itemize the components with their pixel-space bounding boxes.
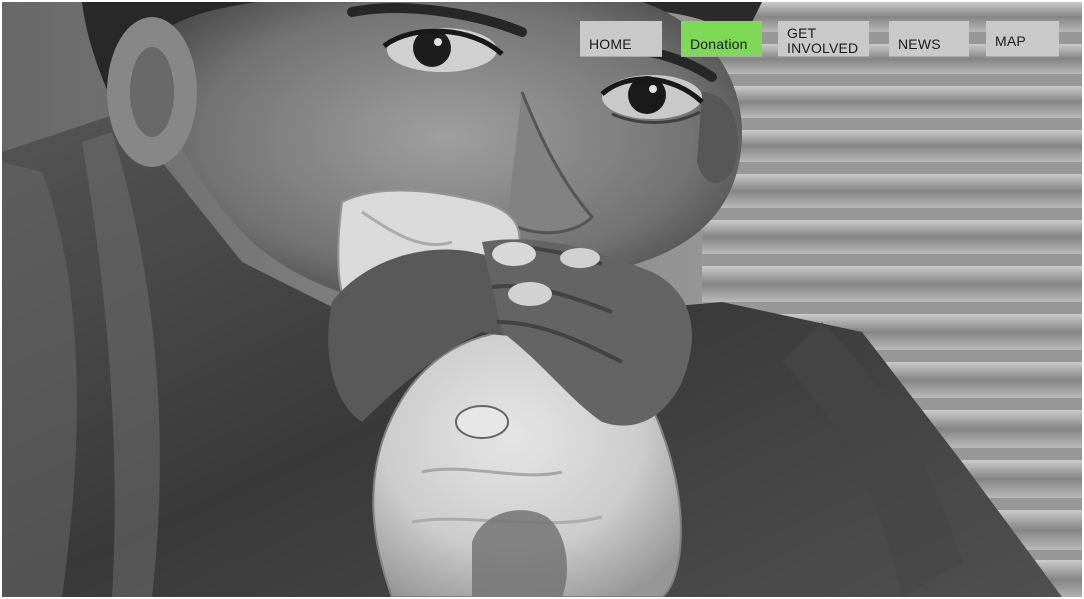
nav-item-get-involved[interactable]: GET INVOLVED	[778, 21, 869, 57]
hero-photo-graphic	[2, 2, 1082, 597]
page: HOME Donation GET INVOLVED NEWS MAP	[0, 0, 1084, 599]
nav-item-map[interactable]: MAP	[986, 21, 1059, 57]
hero-image	[2, 2, 1082, 597]
nav-item-home[interactable]: HOME	[580, 21, 662, 57]
nav-item-news[interactable]: NEWS	[889, 21, 969, 57]
main-nav: HOME Donation GET INVOLVED NEWS MAP	[0, 21, 1084, 59]
nav-item-donation[interactable]: Donation	[681, 21, 762, 57]
